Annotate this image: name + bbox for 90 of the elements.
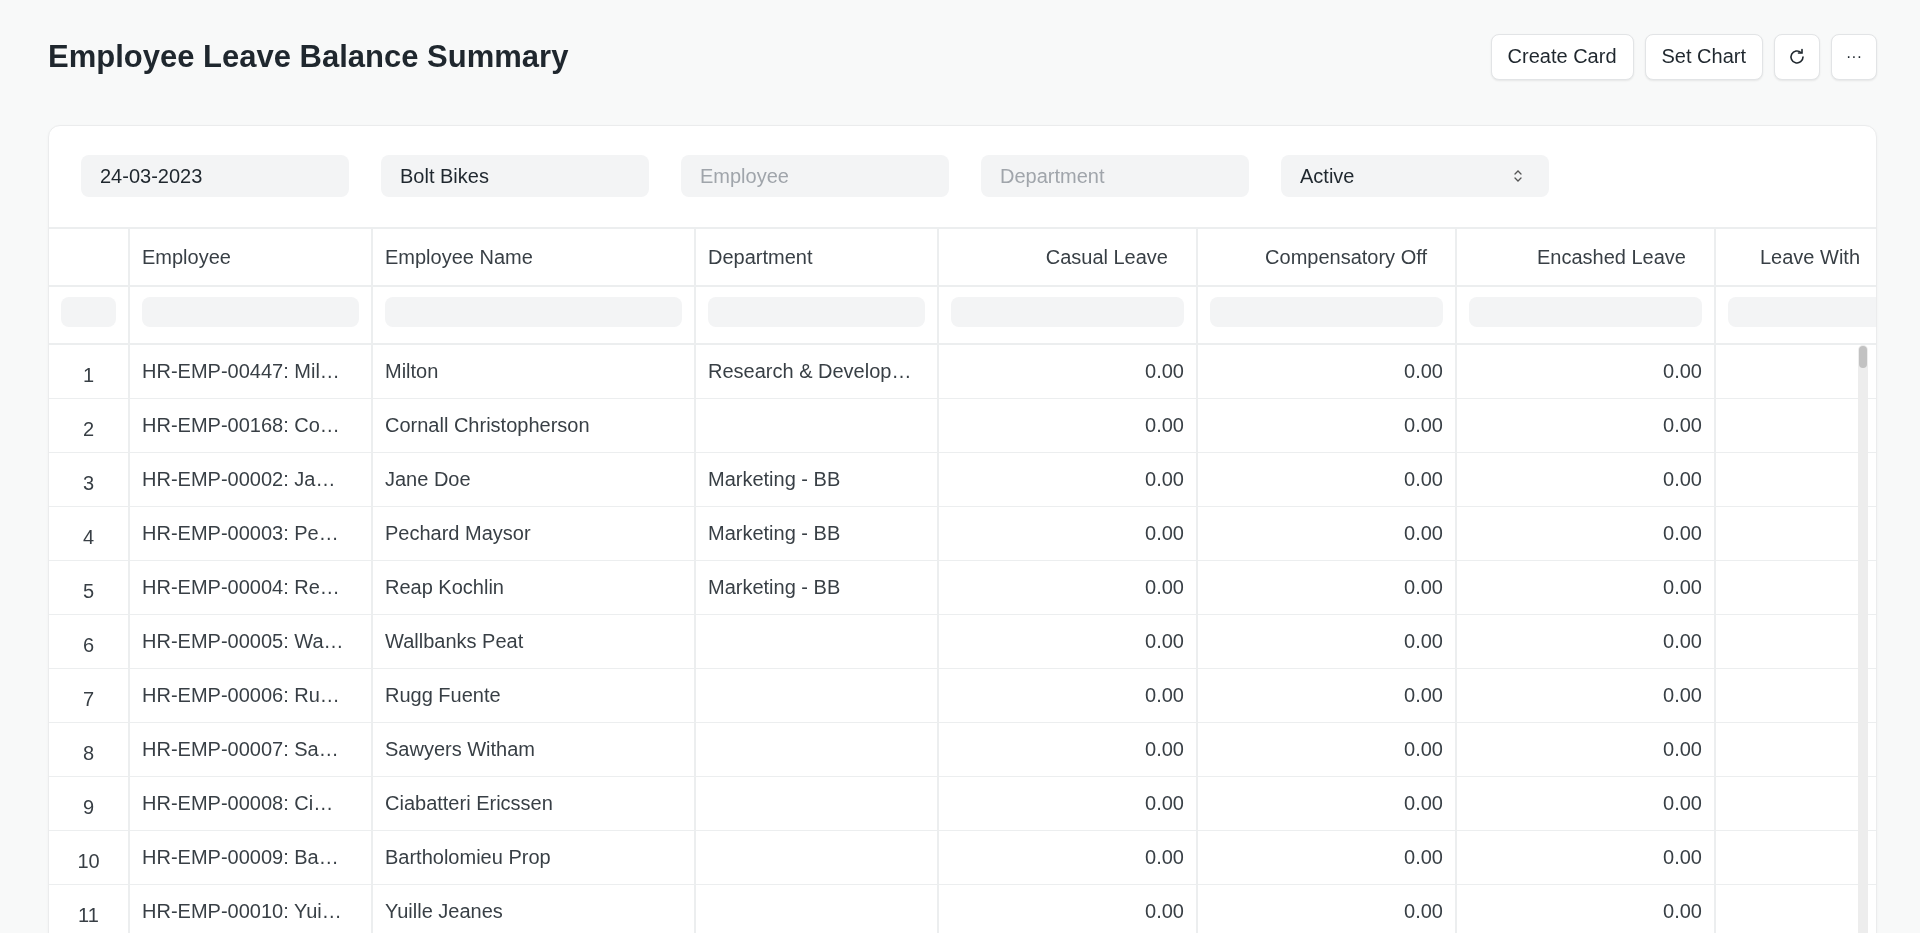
table-cell: 0.00 (1404, 576, 1443, 599)
table-cell: Milton (385, 360, 439, 383)
table-cell: 0.00 (1145, 576, 1184, 599)
refresh-button[interactable] (1774, 33, 1820, 80)
table-cell: Sawyers Witham (385, 738, 536, 761)
row-number: 7 (82, 688, 95, 711)
table-cell: 0.00 (1404, 846, 1443, 869)
table-cell: HR-EMP-00447: Mil… (142, 360, 340, 383)
table-cell: HR-EMP-00005: Wa… (142, 630, 344, 653)
action-button[interactable]: Set Chart (1644, 33, 1763, 80)
row-number: 5 (82, 580, 95, 603)
table-cell: 0.00 (1145, 360, 1184, 383)
table-cell: Marketing - BB (708, 522, 841, 545)
chevron-updown-icon (1513, 168, 1523, 184)
table-cell: 0.00 (1663, 360, 1702, 383)
table-cell: 0.00 (1663, 900, 1702, 923)
column-label: Department (708, 245, 813, 269)
table-cell: Reap Kochlin (385, 576, 504, 599)
column-label: Employee Name (385, 245, 533, 269)
status-select[interactable]: Active (1281, 155, 1549, 197)
table-cell: Bartholomieu Prop (385, 846, 551, 869)
table-cell: HR-EMP-00002: Ja… (142, 468, 336, 491)
row-number: 2 (82, 418, 95, 441)
table-cell: HR-EMP-00004: Re… (142, 576, 340, 599)
table-cell: 0.00 (1145, 846, 1184, 869)
table-cell: Cornall Christopherson (385, 414, 590, 437)
row-number: 3 (82, 472, 95, 495)
row-number: 4 (82, 526, 95, 549)
row-number: 10 (77, 850, 100, 873)
row-number: 6 (82, 634, 95, 657)
table-cell: 0.00 (1404, 468, 1443, 491)
filter-field[interactable]: 24-03-2023 (81, 155, 349, 197)
table-cell: 0.00 (1663, 468, 1702, 491)
table-cell: 0.00 (1404, 414, 1443, 437)
table-cell: 0.00 (1145, 738, 1184, 761)
row-number: 9 (82, 796, 95, 819)
table-cell: 0.00 (1404, 900, 1443, 923)
row-number: 1 (82, 364, 95, 387)
table-cell: Jane Doe (385, 468, 471, 491)
table-cell: 0.00 (1145, 792, 1184, 815)
table-cell: 0.00 (1663, 630, 1702, 653)
table-cell: Ciabatteri Ericssen (385, 792, 553, 815)
column-label: Compensatory Off (1265, 245, 1427, 269)
table-cell: 0.00 (1145, 522, 1184, 545)
table-cell: 0.00 (1663, 846, 1702, 869)
table-cell: 0.00 (1404, 684, 1443, 707)
table-cell: 0.00 (1663, 576, 1702, 599)
table-cell: 0.00 (1404, 738, 1443, 761)
table-cell: 0.00 (1404, 792, 1443, 815)
table-cell: 0.00 (1404, 522, 1443, 545)
table-cell: 0.00 (1145, 684, 1184, 707)
table-cell: 0.00 (1663, 684, 1702, 707)
table-cell: HR-EMP-00009: Ba… (142, 846, 339, 869)
table-cell: Research & Develop… (708, 360, 912, 383)
action-button[interactable]: Create Card (1490, 33, 1634, 80)
table-cell: 0.00 (1663, 738, 1702, 761)
page-title: Employee Leave Balance Summary (48, 38, 569, 75)
table-cell: Marketing - BB (708, 576, 841, 599)
table-cell: 0.00 (1145, 900, 1184, 923)
table-cell: HR-EMP-00168: Co… (142, 414, 340, 437)
filter-field[interactable]: Department (981, 155, 1249, 197)
filter-field[interactable]: Employee (681, 155, 949, 197)
table-cell: HR-EMP-00010: Yui… (142, 900, 342, 923)
row-number: 11 (78, 904, 99, 927)
table-cell: Wallbanks Peat (385, 630, 524, 653)
table-cell: HR-EMP-00006: Ru… (142, 684, 340, 707)
table-cell: Yuille Jeanes (385, 900, 503, 923)
table-cell: HR-EMP-00003: Pe… (142, 522, 339, 545)
table-cell: HR-EMP-00008: Ci… (142, 792, 334, 815)
table-cell: Marketing - BB (708, 468, 841, 491)
table-cell: 0.00 (1663, 414, 1702, 437)
table-cell: 0.00 (1663, 522, 1702, 545)
table-cell: Rugg Fuente (385, 684, 501, 707)
table-cell: 0.00 (1145, 414, 1184, 437)
column-label: Encashed Leave (1537, 245, 1686, 269)
table-cell: 0.00 (1663, 792, 1702, 815)
table-cell: 0.00 (1404, 630, 1443, 653)
row-number: 8 (82, 742, 95, 765)
table-cell: HR-EMP-00007: Sa… (142, 738, 339, 761)
refresh-icon (1787, 46, 1807, 67)
table-cell: 0.00 (1404, 360, 1443, 383)
table-cell: Pechard Maysor (385, 522, 531, 545)
column-label: Leave With (1760, 245, 1861, 269)
scrollbar[interactable] (1858, 345, 1868, 933)
table-cell: 0.00 (1145, 468, 1184, 491)
filter-field[interactable]: Bolt Bikes (381, 155, 649, 197)
table-cell: 0.00 (1145, 630, 1184, 653)
more-button[interactable]: ··· (1831, 33, 1877, 80)
column-label: Casual Leave (1045, 245, 1168, 269)
column-label: Employee (142, 245, 231, 269)
